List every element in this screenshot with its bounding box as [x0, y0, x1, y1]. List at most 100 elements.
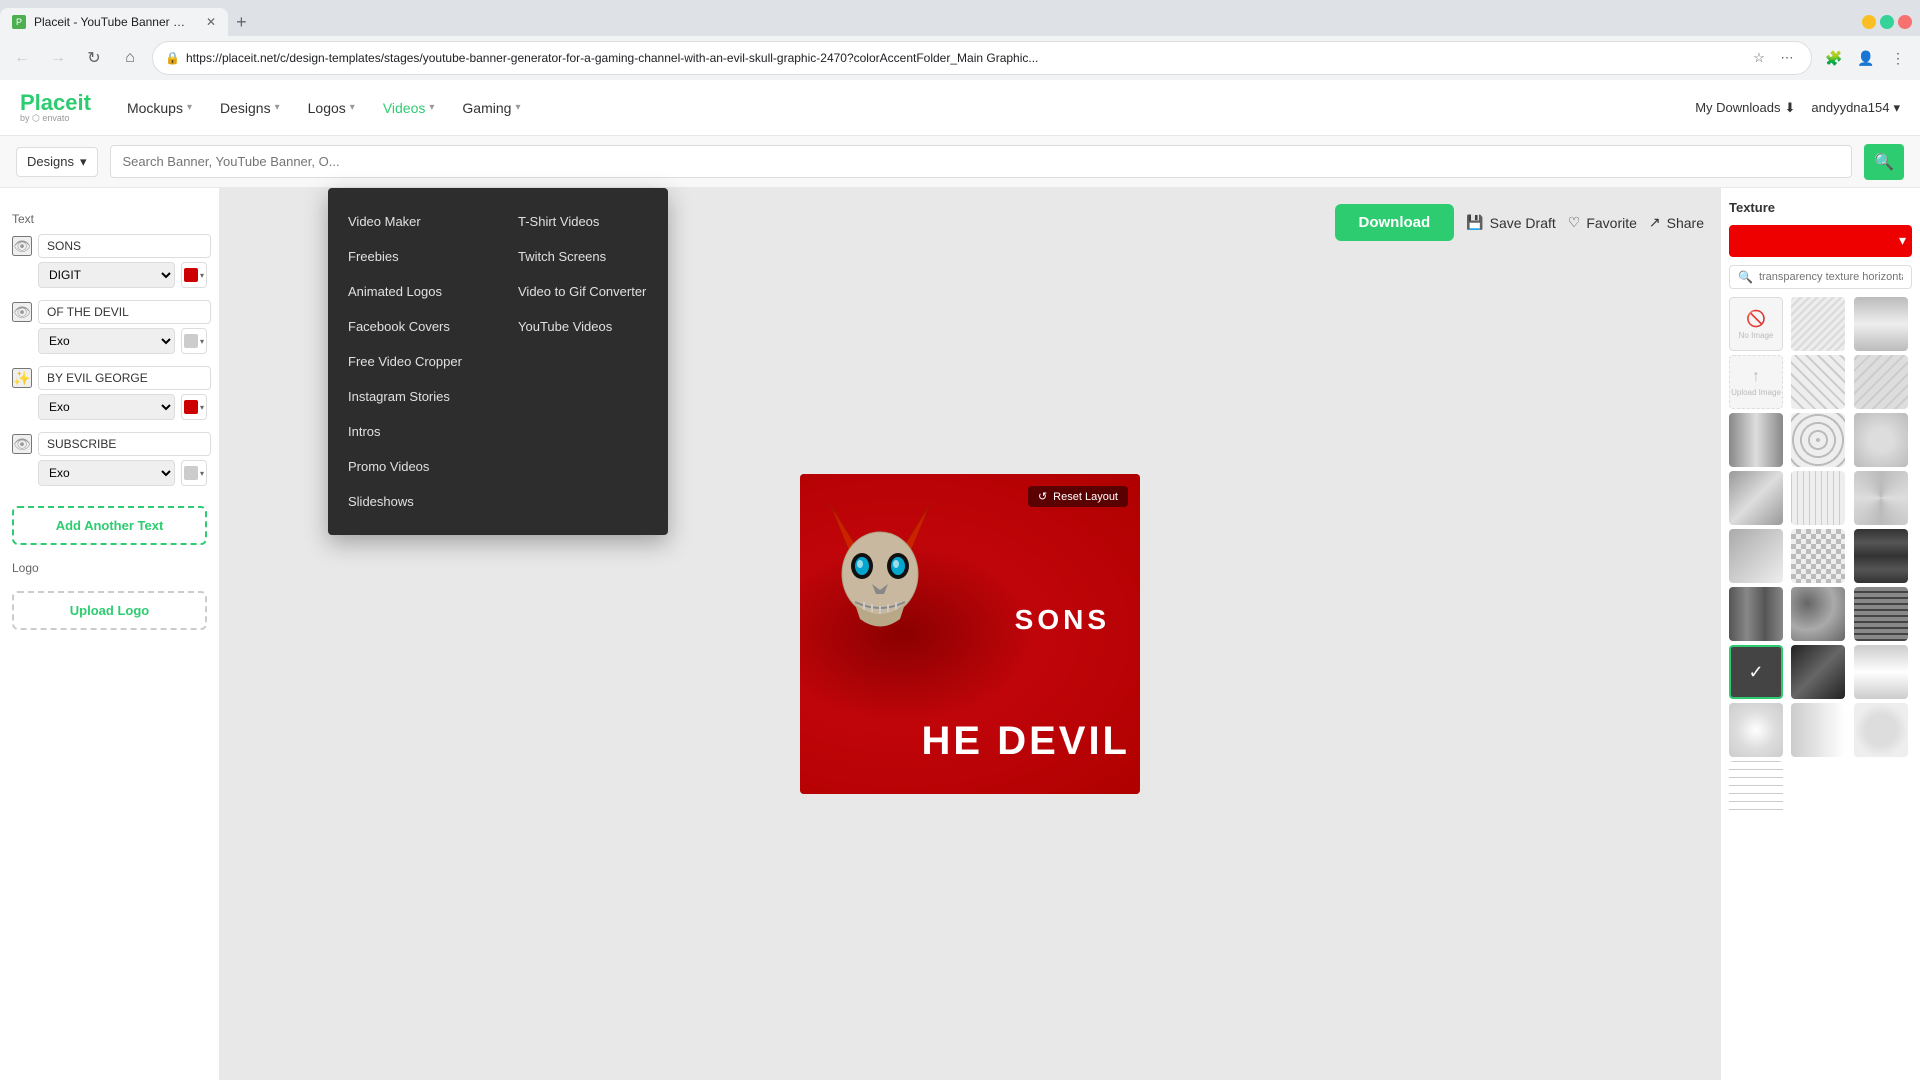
- forward-button[interactable]: →: [44, 44, 72, 72]
- search-category-dropdown[interactable]: Designs ▾: [16, 147, 98, 177]
- visibility-toggle-2[interactable]: 👁: [12, 302, 32, 322]
- texture-item-12[interactable]: [1791, 529, 1845, 583]
- texture-item-6[interactable]: [1791, 413, 1845, 467]
- dropdown-item-slideshows[interactable]: Slideshows: [328, 484, 498, 519]
- new-tab-button[interactable]: +: [228, 12, 255, 33]
- font-select-1[interactable]: DIGIT: [38, 262, 175, 288]
- color-picker-3[interactable]: ▾: [181, 394, 207, 420]
- dropdown-item-video-gif[interactable]: Video to Gif Converter: [498, 274, 668, 309]
- text-field-1[interactable]: [38, 234, 211, 258]
- canvas-toolbar: Download 💾 Save Draft ♡ Favorite ↗ Share: [1335, 204, 1704, 241]
- texture-item-selected[interactable]: ✓: [1729, 645, 1783, 699]
- logo[interactable]: Placeit by ⬡ envato: [20, 92, 91, 123]
- address-bar[interactable]: 🔒 https://placeit.net/c/design-templates…: [152, 41, 1812, 75]
- extensions-icon[interactable]: 🧩: [1820, 44, 1848, 72]
- tab-close-button[interactable]: ✕: [206, 15, 216, 29]
- maximize-button[interactable]: [1880, 15, 1894, 29]
- visibility-toggle-3[interactable]: ✨: [12, 368, 32, 388]
- texture-item-18[interactable]: [1854, 645, 1908, 699]
- texture-item-10[interactable]: [1854, 471, 1908, 525]
- dropdown-item-youtube-videos[interactable]: YouTube Videos: [498, 309, 668, 344]
- texture-no-image[interactable]: 🚫 No Image: [1729, 297, 1783, 351]
- texture-item-15[interactable]: [1791, 587, 1845, 641]
- add-another-text-button[interactable]: Add Another Text: [12, 506, 207, 545]
- texture-color-bar[interactable]: ▾: [1729, 225, 1912, 257]
- font-select-3[interactable]: Exo: [38, 394, 175, 420]
- site-header: Placeit by ⬡ envato Mockups ▾ Designs ▾ …: [0, 80, 1920, 136]
- texture-item-4[interactable]: [1854, 355, 1908, 409]
- texture-item-7[interactable]: [1854, 413, 1908, 467]
- dropdown-item-video-maker[interactable]: Video Maker: [328, 204, 498, 239]
- reset-layout-button[interactable]: ↺ Reset Layout: [1028, 486, 1128, 507]
- my-downloads-link[interactable]: My Downloads ⬇: [1695, 100, 1795, 116]
- text-item-3-header: ✨: [12, 366, 207, 390]
- search-button[interactable]: 🔍: [1864, 144, 1904, 180]
- texture-search-input[interactable]: [1759, 271, 1903, 283]
- dropdown-item-animated-logos[interactable]: Animated Logos: [328, 274, 498, 309]
- menu-icon[interactable]: ⋮: [1884, 44, 1912, 72]
- skull-graphic: [820, 494, 940, 654]
- banner-devil-text: HE DEVIL: [922, 719, 1130, 764]
- dropdown-item-intros[interactable]: Intros: [328, 414, 498, 449]
- texture-item-14[interactable]: [1729, 587, 1783, 641]
- dropdown-item-free-video-cropper[interactable]: Free Video Cropper: [328, 344, 498, 379]
- texture-item-16[interactable]: [1854, 587, 1908, 641]
- texture-item-5[interactable]: [1729, 413, 1783, 467]
- texture-item-20[interactable]: [1791, 703, 1845, 757]
- reload-button[interactable]: ↻: [80, 44, 108, 72]
- texture-item-17[interactable]: [1791, 645, 1845, 699]
- text-field-4[interactable]: [38, 432, 211, 456]
- bookmark-button[interactable]: ☆: [1747, 46, 1771, 70]
- profile-icon[interactable]: 👤: [1852, 44, 1880, 72]
- texture-search-box[interactable]: 🔍: [1729, 265, 1912, 289]
- nav-item-mockups[interactable]: Mockups ▾: [115, 94, 204, 122]
- text-field-2[interactable]: [38, 300, 211, 324]
- texture-upload-item[interactable]: ↑ Upload Image: [1729, 355, 1783, 409]
- secure-icon: 🔒: [165, 51, 180, 65]
- texture-item-1[interactable]: [1791, 297, 1845, 351]
- texture-item-21[interactable]: [1854, 703, 1908, 757]
- font-select-4[interactable]: Exo: [38, 460, 175, 486]
- upload-logo-button[interactable]: Upload Logo: [12, 591, 207, 630]
- nav-item-logos[interactable]: Logos ▾: [296, 94, 367, 122]
- download-button[interactable]: Download: [1335, 204, 1455, 241]
- close-button[interactable]: [1898, 15, 1912, 29]
- texture-item-11[interactable]: [1729, 529, 1783, 583]
- text-item-2-header: 👁: [12, 300, 207, 324]
- favorite-button[interactable]: ♡ Favorite: [1568, 214, 1637, 231]
- texture-item-22[interactable]: [1729, 761, 1783, 815]
- text-controls-2: Exo ▾: [12, 328, 207, 354]
- dropdown-item-tshirt-videos[interactable]: T-Shirt Videos: [498, 204, 668, 239]
- save-draft-button[interactable]: 💾 Save Draft: [1466, 214, 1556, 231]
- visibility-toggle-4[interactable]: 👁: [12, 434, 32, 454]
- texture-item-2[interactable]: [1854, 297, 1908, 351]
- user-menu[interactable]: andyydna154 ▾: [1811, 100, 1900, 116]
- back-button[interactable]: ←: [8, 44, 36, 72]
- dropdown-item-promo-videos[interactable]: Promo Videos: [328, 449, 498, 484]
- home-button[interactable]: ⌂: [116, 44, 144, 72]
- dropdown-item-twitch-screens[interactable]: Twitch Screens: [498, 239, 668, 274]
- dropdown-item-facebook-covers[interactable]: Facebook Covers: [328, 309, 498, 344]
- nav-item-gaming[interactable]: Gaming ▾: [450, 94, 532, 122]
- color-picker-4[interactable]: ▾: [181, 460, 207, 486]
- texture-item-13[interactable]: [1854, 529, 1908, 583]
- upload-label: Upload Image: [1731, 388, 1781, 397]
- minimize-button[interactable]: [1862, 15, 1876, 29]
- color-picker-2[interactable]: ▾: [181, 328, 207, 354]
- visibility-toggle-1[interactable]: 👁: [12, 236, 32, 256]
- dropdown-item-instagram-stories[interactable]: Instagram Stories: [328, 379, 498, 414]
- texture-item-3[interactable]: [1791, 355, 1845, 409]
- texture-item-8[interactable]: [1729, 471, 1783, 525]
- text-field-3[interactable]: [38, 366, 211, 390]
- search-input[interactable]: [110, 145, 1853, 178]
- active-tab[interactable]: P Placeit - YouTube Banner Gene... ✕: [0, 8, 228, 36]
- nav-item-videos[interactable]: Videos ▾: [371, 94, 447, 122]
- texture-item-9[interactable]: [1791, 471, 1845, 525]
- extensions-button[interactable]: ⋯: [1775, 46, 1799, 70]
- color-picker-1[interactable]: ▾: [181, 262, 207, 288]
- share-button[interactable]: ↗ Share: [1649, 214, 1704, 231]
- texture-item-19[interactable]: [1729, 703, 1783, 757]
- nav-item-designs[interactable]: Designs ▾: [208, 94, 292, 122]
- dropdown-item-freebies[interactable]: Freebies: [328, 239, 498, 274]
- font-select-2[interactable]: Exo: [38, 328, 175, 354]
